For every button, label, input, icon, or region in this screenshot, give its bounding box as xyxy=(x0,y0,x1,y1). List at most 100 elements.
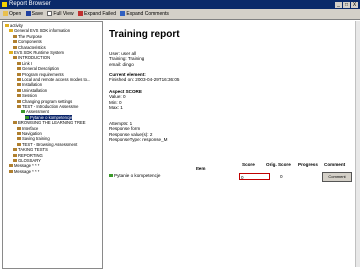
close-button[interactable]: X xyxy=(351,2,358,8)
tree-node-icon xyxy=(9,51,13,54)
tree-node[interactable]: General Description xyxy=(17,66,59,71)
minimize-button[interactable]: _ xyxy=(335,2,342,8)
tree-node[interactable]: General EVS SDK information xyxy=(9,28,70,33)
window-title: Report Browser xyxy=(9,1,51,7)
save-icon xyxy=(25,11,31,16)
tree-node[interactable]: Changing program settings xyxy=(17,99,72,104)
tree-node-icon xyxy=(13,159,17,162)
finished-line: Finished on: 2003-04-29T16:36:05 xyxy=(109,77,180,83)
tree-node-label: EVS SDK Runtime System xyxy=(14,50,65,55)
tree-node-icon xyxy=(17,94,21,98)
title-bar: Report Browser _ □ X xyxy=(0,0,360,9)
orig-score-header: Orig. Score xyxy=(266,162,291,167)
tree-node[interactable]: activity xyxy=(5,23,23,28)
orig-score-value: 0 xyxy=(280,174,283,179)
tree-node-icon xyxy=(5,24,9,27)
open-button[interactable]: Open xyxy=(3,9,21,19)
question-icon xyxy=(109,174,113,177)
tree-node[interactable]: Navigation xyxy=(17,131,42,136)
tree-node-label: Program requirements xyxy=(22,71,64,77)
tree-node[interactable]: Pytanie o kompetencje xyxy=(25,114,73,120)
tree-node-label: Components xyxy=(18,39,42,45)
full-view-button[interactable]: Full View xyxy=(47,9,74,19)
expand-comments-button[interactable]: Expand Comments xyxy=(120,9,169,19)
tree-node-label: Assessment xyxy=(26,109,49,115)
tree-node-icon xyxy=(13,40,17,44)
user-info: User: user all Training: Training email:… xyxy=(109,51,144,67)
course-tree[interactable]: activity General EVS SDK information The P… xyxy=(2,21,103,269)
tree-node[interactable]: The Purpose xyxy=(13,34,42,39)
tree-node[interactable]: Local and remote access modes to... xyxy=(17,77,90,82)
tree-node[interactable]: Message * * * xyxy=(9,169,39,174)
tree-node-icon xyxy=(21,110,25,114)
current-element: Current element: Finished on: 2003-04-29… xyxy=(109,72,180,83)
tree-node-label: INTRODUCTION xyxy=(18,55,51,61)
tree-node-icon xyxy=(17,137,21,141)
tree-node[interactable]: Link I xyxy=(17,61,32,66)
tree-node-label: TEST - Introduction Assessme xyxy=(22,104,79,109)
comment-header: Comment xyxy=(324,162,346,167)
tree-node-label: Saving training xyxy=(22,136,50,142)
email-line: email: dingo xyxy=(109,61,134,67)
tree-node-icon xyxy=(17,67,21,71)
tree-node-icon xyxy=(17,88,21,92)
tree-node[interactable]: Saving training xyxy=(17,136,50,141)
tree-node-icon xyxy=(17,72,21,76)
tree-node[interactable]: Program requirements xyxy=(17,72,64,77)
tree-node-icon xyxy=(13,34,17,38)
table-row: Pytanie o kompetencje xyxy=(109,173,160,178)
tree-node-icon xyxy=(17,132,21,135)
tree-node[interactable]: Installation xyxy=(17,82,42,87)
tree-node-label: Message * * * xyxy=(14,163,40,169)
open-icon xyxy=(3,11,8,16)
tree-node[interactable]: Assessment xyxy=(21,109,49,114)
tree-node-icon xyxy=(17,78,21,81)
tree-node[interactable]: Uninstallation xyxy=(17,88,47,93)
tree-node[interactable]: TEST - Browsing Assessment xyxy=(17,142,77,147)
tree-node-icon xyxy=(9,164,13,168)
expand-failed-icon xyxy=(78,11,84,16)
tree-node[interactable]: EVS SDK Runtime System xyxy=(9,50,64,55)
full-view-icon xyxy=(47,11,53,16)
row-item: Pytanie o kompetencje xyxy=(114,173,161,178)
expand-failed-button[interactable]: Expand Failed xyxy=(78,9,116,19)
tree-node[interactable]: Interface xyxy=(17,126,38,131)
maximize-button[interactable]: □ xyxy=(343,2,350,8)
app-icon xyxy=(2,2,7,7)
aspect-score: Aspect SCORE Value: 0 Min: 0 Max: 1 xyxy=(109,89,142,111)
tree-node-label: Navigation xyxy=(22,131,42,136)
tree-node-icon xyxy=(17,99,21,103)
save-button[interactable]: Save xyxy=(25,9,43,19)
score-input[interactable]: 0 xyxy=(239,173,270,180)
tree-node-icon xyxy=(9,29,13,33)
tree-node-icon xyxy=(17,105,21,108)
tree-node[interactable]: TAKING TESTS xyxy=(13,147,48,152)
tree-node[interactable]: Message * * * xyxy=(9,163,39,168)
tree-node-label: Message * * * xyxy=(14,168,40,174)
attempt-info: Attempts: 1 Response form Response value… xyxy=(109,121,167,143)
tree-node-icon xyxy=(9,169,13,173)
tree-node-label: Changing program settings xyxy=(22,98,73,104)
tree-node-label: Link I xyxy=(22,60,33,66)
progress-header: Progress xyxy=(298,162,318,167)
report-browser-window: Report Browser _ □ X Open Save Full View E… xyxy=(0,0,360,269)
tree-node-icon xyxy=(17,61,21,65)
tree-node-icon xyxy=(17,83,21,87)
tree-node-label: Installation xyxy=(22,82,43,88)
tree-node[interactable]: Characteristics xyxy=(13,45,46,50)
tree-node[interactable]: Components xyxy=(13,39,42,44)
tree-node[interactable]: TEST - Introduction Assessme xyxy=(17,104,78,109)
score-header: Score xyxy=(242,162,255,167)
tree-node-label: REPORTING xyxy=(18,152,43,158)
vertical-scrollbar[interactable] xyxy=(355,21,360,267)
tree-node[interactable]: REPORTING xyxy=(13,153,43,158)
tree-node-icon xyxy=(13,153,17,157)
comment-button[interactable]: Comment xyxy=(322,172,352,182)
tree-node[interactable]: Session xyxy=(17,93,37,98)
tree-node[interactable]: GLOSSARY xyxy=(13,158,41,163)
tree-node-label: activity xyxy=(10,23,23,28)
tree-node[interactable]: BROWSING THE LEARNING TREE xyxy=(13,120,86,125)
tree-node-label: TEST - Browsing Assessment xyxy=(22,141,78,147)
tree-node-label: Characteristics xyxy=(18,44,46,50)
tree-node[interactable]: INTRODUCTION xyxy=(13,55,50,60)
